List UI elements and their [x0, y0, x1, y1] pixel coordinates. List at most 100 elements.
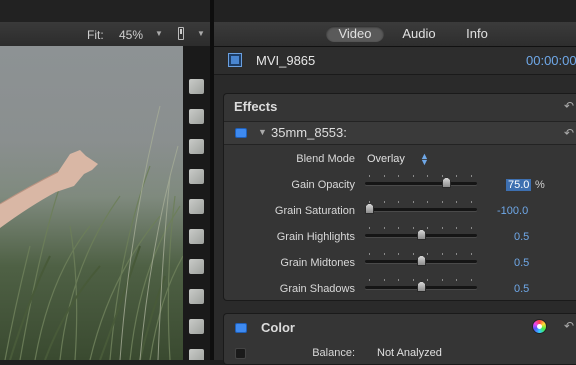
grain-saturation-slider[interactable] [365, 201, 477, 214]
video-frame-image [0, 105, 183, 360]
slider-tick [441, 175, 443, 177]
slider-thumb[interactable] [417, 229, 426, 240]
grain-midtones-value[interactable]: 0.5 [514, 257, 529, 269]
film-perforation [189, 199, 204, 214]
film-perforation [189, 109, 204, 124]
slider-tick [383, 279, 385, 281]
slider-tick [383, 201, 385, 203]
grain-shadows-label: Grain Shadows [279, 283, 355, 295]
blend-mode-popup[interactable]: Overlay [367, 153, 405, 165]
gain-opacity-slider[interactable] [365, 175, 477, 188]
effect-enable-checkbox[interactable] [235, 128, 247, 138]
slider-tick [369, 253, 370, 255]
film-perforation [189, 79, 204, 94]
slider-tick [456, 227, 457, 229]
slider-tick [369, 175, 370, 177]
grain-highlights-slider[interactable] [365, 227, 477, 240]
slider-tick [412, 175, 414, 177]
slider-thumb[interactable] [417, 281, 426, 292]
reset-icon[interactable]: ↶ [564, 99, 574, 113]
slider-tick [412, 279, 414, 281]
film-perforation [189, 169, 204, 184]
slider-tick [383, 227, 385, 229]
slider-tick [427, 279, 428, 281]
chevron-down-icon[interactable]: ▼ [197, 29, 205, 38]
slider-track [365, 208, 477, 211]
view-options-icon[interactable] [178, 27, 184, 40]
tab-audio[interactable]: Audio [394, 26, 444, 42]
reset-icon[interactable]: ↶ [564, 126, 574, 140]
balance-checkbox[interactable] [235, 348, 246, 359]
slider-tick [470, 175, 472, 177]
slider-tick [427, 201, 428, 203]
slider-tick [470, 227, 472, 229]
film-perforation [189, 139, 204, 154]
grain-highlights-label: Grain Highlights [276, 231, 355, 243]
grain-highlights-value[interactable]: 0.5 [514, 231, 529, 243]
filmstrip [183, 46, 210, 360]
color-header: Color [261, 320, 295, 335]
slider-tick [369, 201, 370, 203]
video-frame[interactable] [0, 46, 183, 360]
clip-timecode: 00:00:00 [526, 53, 576, 68]
effect-row-35mm: ▼ 35mm_8553: ↶ [224, 121, 576, 145]
viewer-panel: Fit: 45% ▼ ▼ [0, 0, 212, 360]
clip-header: MVI_9865 00:00:00 [214, 47, 576, 75]
gain-opacity-value[interactable]: 75.0 [506, 179, 532, 191]
blend-mode-label: Blend Mode [296, 153, 355, 165]
grain-midtones-slider[interactable] [365, 253, 477, 266]
film-perforation [189, 319, 204, 334]
balance-status: Not Analyzed [377, 347, 442, 359]
slider-tick [412, 201, 414, 203]
slider-tick [456, 279, 457, 281]
slider-tick [412, 227, 414, 229]
slider-tick [369, 279, 370, 281]
slider-tick [441, 279, 443, 281]
disclosure-triangle-icon[interactable]: ▼ [258, 127, 267, 137]
color-section: Color ↶ Balance: Not Analyzed [223, 313, 576, 365]
slider-tick [456, 175, 457, 177]
grain-shadows-value[interactable]: 0.5 [514, 283, 529, 295]
slider-tick [427, 175, 428, 177]
reset-icon[interactable]: ↶ [564, 319, 574, 333]
slider-tick [398, 227, 399, 229]
effects-header: Effects [234, 99, 278, 114]
film-perforation [189, 289, 204, 304]
slider-tick [427, 227, 428, 229]
tab-video[interactable]: Video [326, 26, 384, 42]
slider-tick [398, 175, 399, 177]
slider-thumb[interactable] [442, 177, 451, 188]
viewer-top-strip [0, 0, 210, 23]
slider-tick [398, 201, 399, 203]
slider-tick [383, 253, 385, 255]
slider-tick [456, 253, 457, 255]
tab-info[interactable]: Info [458, 26, 496, 42]
clip-name: MVI_9865 [256, 53, 316, 68]
up-down-arrows-icon[interactable]: ▲ ▼ [420, 152, 429, 167]
grain-midtones-label: Grain Midtones [280, 257, 355, 269]
chevron-down-icon[interactable]: ▼ [155, 29, 163, 38]
slider-tick [441, 227, 443, 229]
slider-tick [383, 175, 385, 177]
color-enable-checkbox[interactable] [235, 323, 247, 333]
slider-tick [470, 279, 472, 281]
slider-tick [398, 253, 399, 255]
color-board-icon[interactable] [532, 319, 547, 334]
slider-tick [470, 201, 472, 203]
slider-tick [398, 279, 399, 281]
gain-opacity-label: Gain Opacity [291, 179, 355, 191]
zoom-fit-popup[interactable]: 45% [119, 28, 143, 42]
slider-thumb[interactable] [365, 203, 374, 214]
slider-tick [441, 201, 443, 203]
grain-saturation-value[interactable]: -100.0 [497, 205, 528, 217]
slider-tick [369, 227, 370, 229]
slider-tick [427, 253, 428, 255]
percent-unit: % [535, 179, 545, 191]
slider-thumb[interactable] [417, 255, 426, 266]
inspector-panel: Video Audio Info MVI_9865 00:00:00 Effec… [214, 0, 576, 365]
slider-tick [441, 253, 443, 255]
slider-track [365, 182, 477, 185]
film-perforation [189, 229, 204, 244]
grain-shadows-slider[interactable] [365, 279, 477, 292]
effects-section: Effects ↶ ▼ 35mm_8553: ↶ Blend Mode Over… [223, 93, 576, 301]
